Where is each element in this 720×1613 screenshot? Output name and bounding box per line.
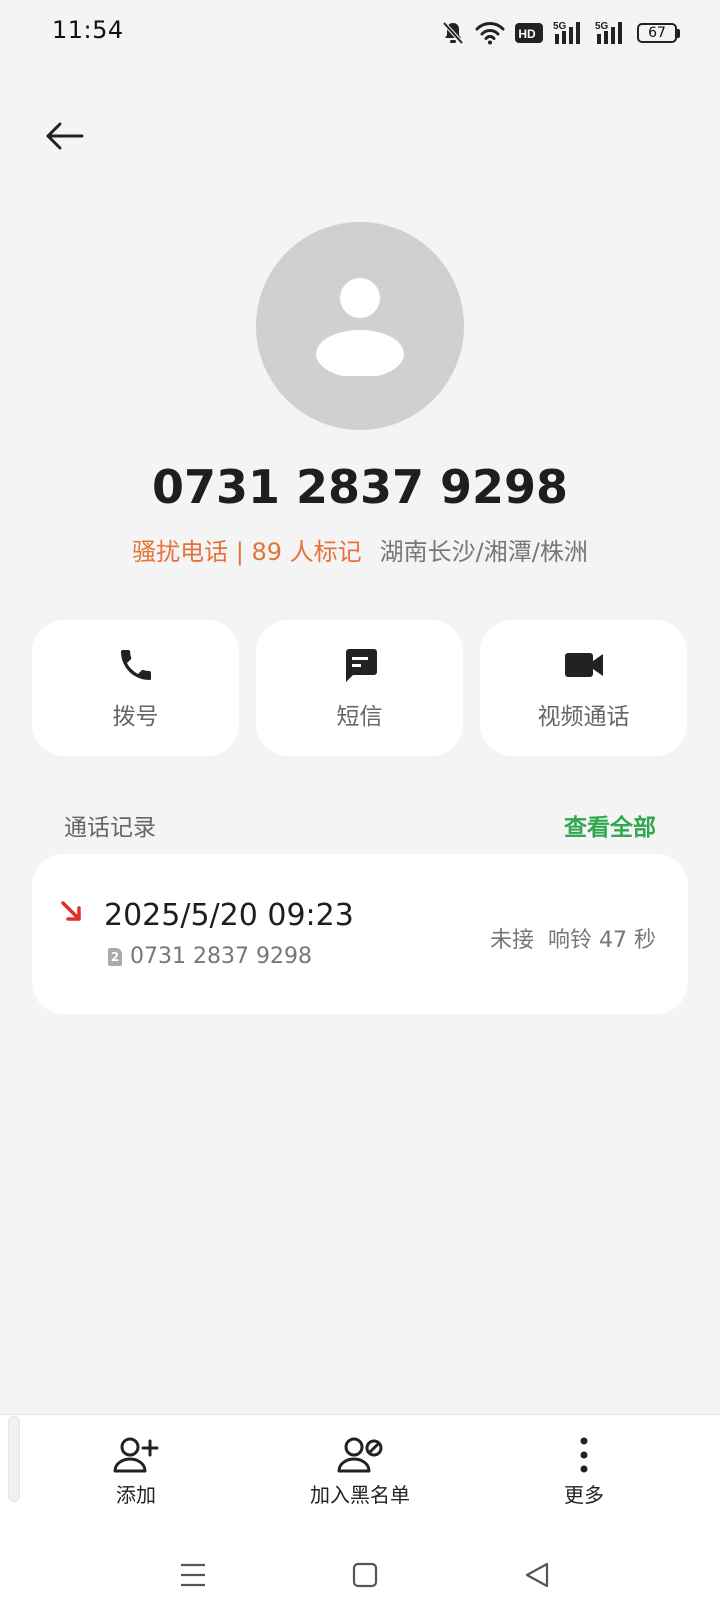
call-status: 未接 响铃 47 秒 <box>490 922 656 954</box>
back-triangle-icon <box>525 1562 549 1588</box>
hd-icon: HD <box>515 23 543 43</box>
call-result: 未接 <box>490 928 535 953</box>
missed-call-icon <box>61 901 81 921</box>
battery-level: 67 <box>648 25 666 41</box>
more-vertical-icon <box>580 1437 588 1473</box>
call-log-title: 通话记录 <box>64 815 156 841</box>
dial-button[interactable]: 拨号 <box>32 620 239 756</box>
call-datetime: 2025/5/20 09:23 <box>104 898 354 933</box>
video-call-label: 视频通话 <box>537 704 630 730</box>
view-all-link[interactable]: 查看全部 <box>564 808 656 842</box>
number-tags: 骚扰电话 | 89 人标记 湖南长沙/湘潭/株洲 <box>0 532 720 567</box>
avatar <box>256 222 464 430</box>
video-camera-icon <box>564 653 603 677</box>
video-call-button[interactable]: 视频通话 <box>480 620 687 756</box>
bell-off-icon <box>442 21 464 45</box>
spam-tag: 骚扰电话 | 89 人标记 <box>132 538 362 566</box>
home-square-icon <box>352 1562 378 1588</box>
call-log-entry[interactable]: 2025/5/20 09:23 2 0731 2837 9298 未接 响铃 47… <box>32 854 688 1014</box>
network-label: 5G <box>553 21 567 32</box>
block-label: 加入黑名单 <box>310 1483 410 1507</box>
status-time: 11:54 <box>52 16 124 44</box>
more-label: 更多 <box>564 1483 604 1507</box>
dial-label: 拨号 <box>112 704 159 730</box>
phone-icon <box>120 650 151 680</box>
signal-5g-icon: 5G <box>553 21 580 44</box>
sim-slot: 2 <box>110 950 120 964</box>
edge-panel-handle[interactable] <box>8 1416 20 1502</box>
arrow-left-icon <box>46 122 84 150</box>
message-icon <box>345 649 377 682</box>
wifi-icon <box>475 22 505 45</box>
person-icon <box>316 278 404 376</box>
nav-menu-button[interactable] <box>173 1555 213 1595</box>
phone-number: 0731 2837 9298 <box>151 460 569 514</box>
sms-button[interactable]: 短信 <box>256 620 463 756</box>
sms-label: 短信 <box>336 704 383 730</box>
ring-duration: 响铃 47 秒 <box>548 928 656 953</box>
back-button[interactable] <box>40 112 88 160</box>
nav-home-button[interactable] <box>345 1555 385 1595</box>
block-person-icon <box>337 1437 383 1473</box>
more-button[interactable]: 更多 <box>484 1435 684 1508</box>
battery-icon: 67 <box>637 23 680 43</box>
location-label: 湖南长沙/湘潭/株洲 <box>379 538 588 566</box>
signal-5g-icon: 5G <box>595 21 622 44</box>
add-contact-label: 添加 <box>116 1483 156 1507</box>
navigation-bar <box>0 1555 720 1595</box>
add-person-icon <box>113 1437 159 1473</box>
nav-back-button[interactable] <box>517 1555 557 1595</box>
status-icons: HD 5G 5G 67 <box>441 18 680 48</box>
add-contact-button[interactable]: 添加 <box>36 1435 236 1508</box>
network-label: 5G <box>595 21 609 32</box>
sim-card-icon: 2 <box>108 948 122 966</box>
bottom-action-bar: 添加 加入黑名单 更多 <box>0 1414 720 1613</box>
hd-label: HD <box>518 27 536 41</box>
menu-icon <box>181 1563 205 1587</box>
call-number: 0731 2837 9298 <box>130 944 312 969</box>
block-button[interactable]: 加入黑名单 <box>260 1435 460 1508</box>
